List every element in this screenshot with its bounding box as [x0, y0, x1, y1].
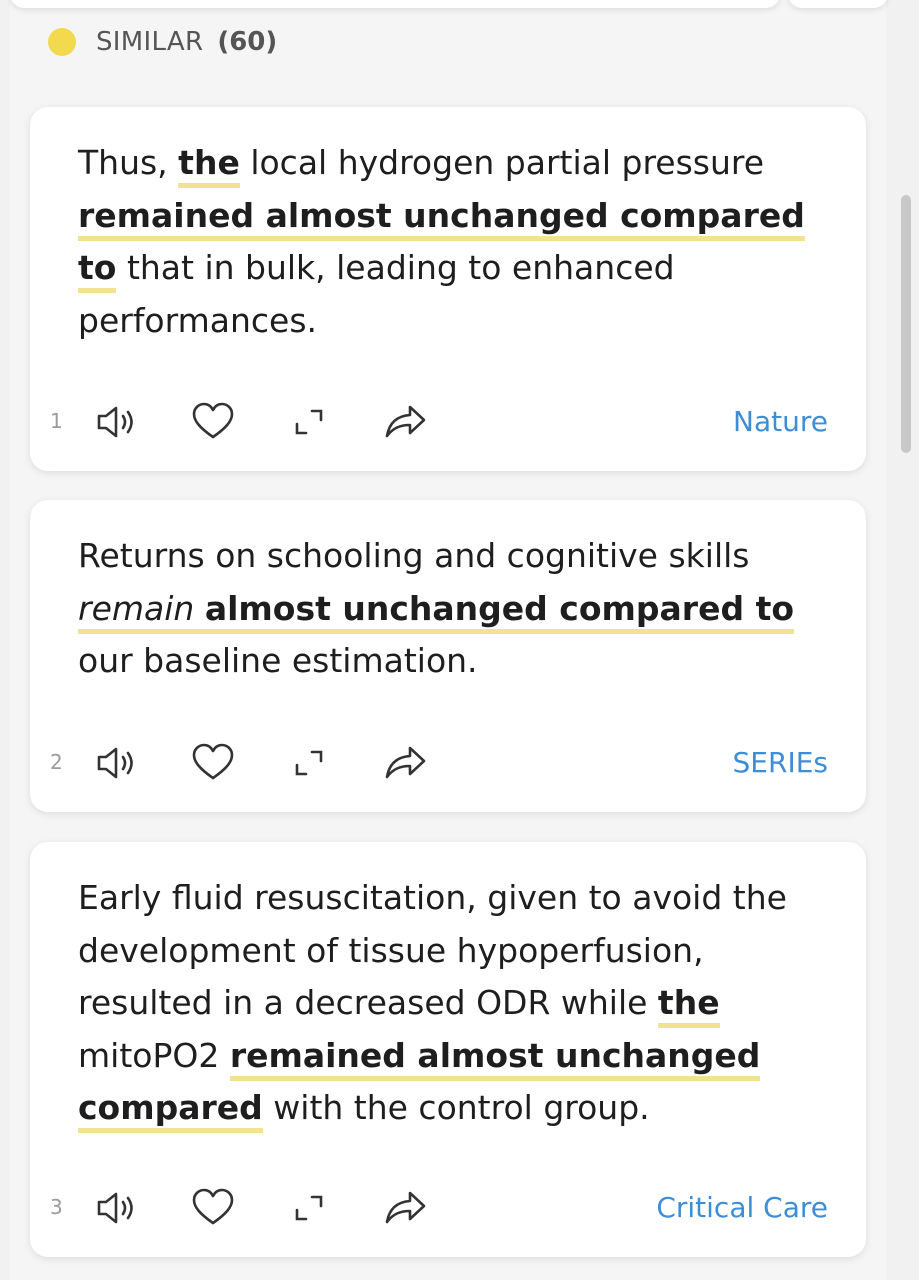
sentence-text: that in bulk, leading to enhanced perfor…	[78, 248, 675, 340]
source-link[interactable]: SERIEs	[733, 746, 828, 779]
expand-icon[interactable]	[284, 1183, 334, 1233]
heart-icon[interactable]	[188, 738, 238, 788]
sentence-text: Returns on schooling and cognitive skill…	[78, 536, 750, 575]
highlighted-word: the	[178, 143, 240, 188]
card-number: 2	[50, 750, 63, 774]
speaker-icon[interactable]	[92, 738, 142, 788]
sentence-text	[194, 588, 205, 634]
example-sentence: Thus, the local hydrogen partial pressur…	[78, 137, 838, 347]
card-footer: 1 Nature	[30, 397, 866, 447]
result-count: (60)	[217, 27, 278, 57]
speaker-icon[interactable]	[92, 1183, 142, 1233]
card-footer: 3 Critical Care	[30, 1183, 866, 1233]
share-icon[interactable]	[380, 738, 430, 788]
expand-icon[interactable]	[284, 738, 334, 788]
highlighted-phrase: almost unchanged compared to	[204, 588, 795, 634]
highlighted-word: the	[657, 983, 720, 1028]
card-number: 1	[50, 409, 63, 433]
scrollbar-thumb[interactable]	[901, 195, 911, 453]
highlighted-word: remain	[78, 588, 195, 634]
section-header: SIMILAR (60)	[48, 22, 277, 62]
example-card-3: Early fluid resuscitation, given to avoi…	[30, 842, 866, 1257]
expand-icon[interactable]	[284, 397, 334, 447]
share-icon[interactable]	[380, 397, 430, 447]
example-sentence: Returns on schooling and cognitive skill…	[78, 530, 838, 688]
sentence-text: our baseline estimation.	[78, 641, 478, 680]
sentence-text: with the control group.	[262, 1088, 650, 1127]
source-link[interactable]: Nature	[733, 405, 828, 438]
example-card-1: Thus, the local hydrogen partial pressur…	[30, 107, 866, 471]
heart-icon[interactable]	[188, 397, 238, 447]
similar-dot-icon	[48, 28, 76, 56]
sentence-text: Thus,	[78, 143, 179, 182]
speaker-icon[interactable]	[92, 397, 142, 447]
results-panel: SIMILAR (60) Thus, the local hydrogen pa…	[10, 0, 888, 1280]
card-number: 3	[50, 1195, 63, 1219]
sentence-text: local hydrogen partial pressure	[239, 143, 765, 182]
sentence-text: mitoPO2	[78, 1035, 230, 1075]
previous-card-edge-right	[788, 0, 888, 8]
card-footer: 2 SERIEs	[30, 738, 866, 788]
heart-icon[interactable]	[188, 1183, 238, 1233]
example-sentence: Early fluid resuscitation, given to avoi…	[78, 872, 838, 1135]
previous-card-edge	[10, 0, 780, 8]
example-card-2: Returns on schooling and cognitive skill…	[30, 500, 866, 812]
section-title: SIMILAR	[96, 27, 204, 57]
source-link[interactable]: Critical Care	[656, 1191, 828, 1224]
share-icon[interactable]	[380, 1183, 430, 1233]
